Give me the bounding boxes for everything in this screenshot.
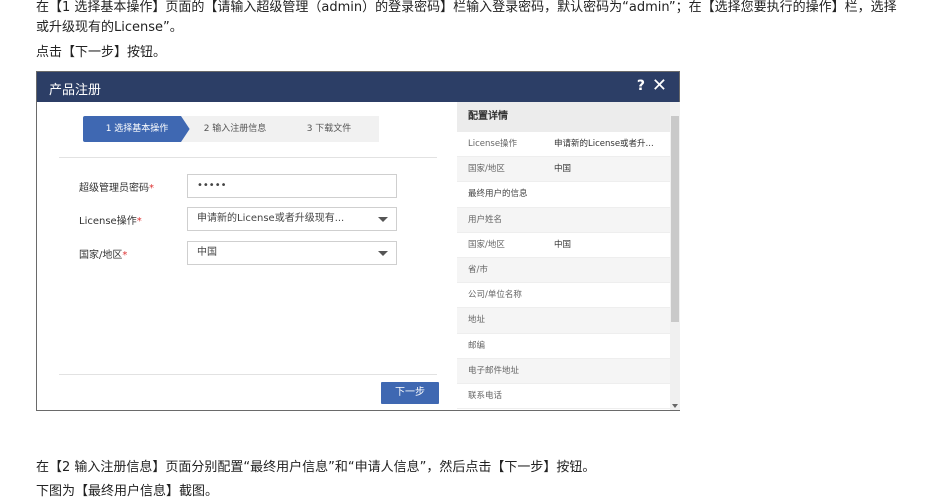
dialog-title: 产品注册 xyxy=(49,83,102,98)
detail-row: 邮编 xyxy=(457,334,680,359)
doc-text-line: 或升级现有的License”。 xyxy=(36,20,183,35)
country-label-text: 国家/地区 xyxy=(79,250,123,261)
divider xyxy=(59,157,437,158)
password-label-text: 超级管理员密码 xyxy=(79,183,149,194)
detail-row: 用户姓名 xyxy=(457,207,680,233)
next-step-button[interactable]: 下一步 xyxy=(381,382,439,404)
scrollbar-thumb[interactable] xyxy=(671,116,679,322)
scroll-down-icon[interactable] xyxy=(672,404,678,408)
detail-key: 公司/单位名称 xyxy=(468,290,522,301)
detail-row: 省/市 xyxy=(457,257,680,284)
detail-section-row: 最终用户的信息 xyxy=(457,182,680,208)
product-registration-dialog: 产品注册 ? ✕ 1 选择基本操作 2 输入注册信息 3 下载文件 超级管理员密… xyxy=(36,71,680,411)
country-value: 中国 xyxy=(197,247,217,258)
detail-row: 电子邮件地址 xyxy=(457,358,680,384)
detail-key: License操作 xyxy=(468,139,518,149)
detail-value: 中国 xyxy=(554,164,572,175)
detail-row: 联系电话 xyxy=(457,384,680,410)
detail-key: 联系电话 xyxy=(468,390,503,401)
required-mark: * xyxy=(149,183,154,194)
close-icon[interactable]: ✕ xyxy=(652,75,667,96)
step-enter-registration-info[interactable]: 2 输入注册信息 xyxy=(181,116,289,142)
detail-row: 国家/地区 中国 xyxy=(457,157,680,183)
detail-key: 国家/地区 xyxy=(468,164,505,175)
detail-value: 申请新的License或者升... xyxy=(554,139,654,149)
license-label-text: License操作 xyxy=(79,216,137,227)
detail-key: 用户姓名 xyxy=(468,214,503,225)
license-operation-value: 申请新的License或者升级现有... xyxy=(197,213,345,224)
admin-password-input[interactable]: ••••• xyxy=(187,174,397,198)
password-label: 超级管理员密码* xyxy=(79,179,154,194)
chevron-down-icon[interactable] xyxy=(378,251,388,256)
detail-key: 国家/地区 xyxy=(468,239,505,250)
license-operation-select[interactable]: 申请新的License或者升级现有... xyxy=(187,207,397,231)
detail-key: 电子邮件地址 xyxy=(468,365,520,376)
required-mark: * xyxy=(136,216,142,227)
detail-key: 地址 xyxy=(468,315,486,326)
detail-value: 中国 xyxy=(554,239,572,250)
config-details-pane: 配置详情 License操作 申请新的License或者升... 国家/地区 中国 … xyxy=(457,102,680,410)
dialog-titlebar: 产品注册 ? ✕ xyxy=(37,72,679,102)
license-operation-label: License操作* xyxy=(79,212,142,227)
registration-form-pane: 1 选择基本操作 2 输入注册信息 3 下载文件 超级管理员密码* ••••• … xyxy=(37,102,457,410)
detail-row: License操作 申请新的License或者升... xyxy=(457,132,680,158)
detail-key: 省/市 xyxy=(468,264,488,275)
doc-text-line: 在【1 选择基本操作】页面的【请输入超级管理（admin）的登录密码】栏输入登录… xyxy=(36,0,897,15)
config-details-header: 配置详情 xyxy=(457,102,680,132)
step-select-basic-operation[interactable]: 1 选择基本操作 xyxy=(83,116,191,142)
country-label: 国家/地区* xyxy=(79,246,127,261)
doc-text-line: 在【2 输入注册信息】页面分别配置“最终用户信息”和“申请人信息”，然后点击【下… xyxy=(36,460,596,475)
detail-row: 公司/单位名称 xyxy=(457,283,680,309)
help-icon[interactable]: ? xyxy=(637,78,645,94)
required-mark: * xyxy=(122,250,128,261)
doc-text-line: 下图为【最终用户信息】截图。 xyxy=(36,484,219,499)
country-select[interactable]: 中国 xyxy=(187,241,397,265)
divider xyxy=(59,374,437,375)
detail-row: 国家/地区 中国 xyxy=(457,233,680,258)
chevron-down-icon[interactable] xyxy=(378,217,388,222)
doc-text-line: 点击【下一步】按钮。 xyxy=(36,45,167,60)
detail-key: 邮编 xyxy=(468,340,486,351)
details-scrollbar[interactable] xyxy=(670,102,680,410)
detail-key: 最终用户的信息 xyxy=(468,189,528,200)
config-details-list: License操作 申请新的License或者升... 国家/地区 中国 最终用户的… xyxy=(457,132,680,410)
detail-row: 地址 xyxy=(457,308,680,334)
step-download-file[interactable]: 3 下载文件 xyxy=(279,116,379,142)
